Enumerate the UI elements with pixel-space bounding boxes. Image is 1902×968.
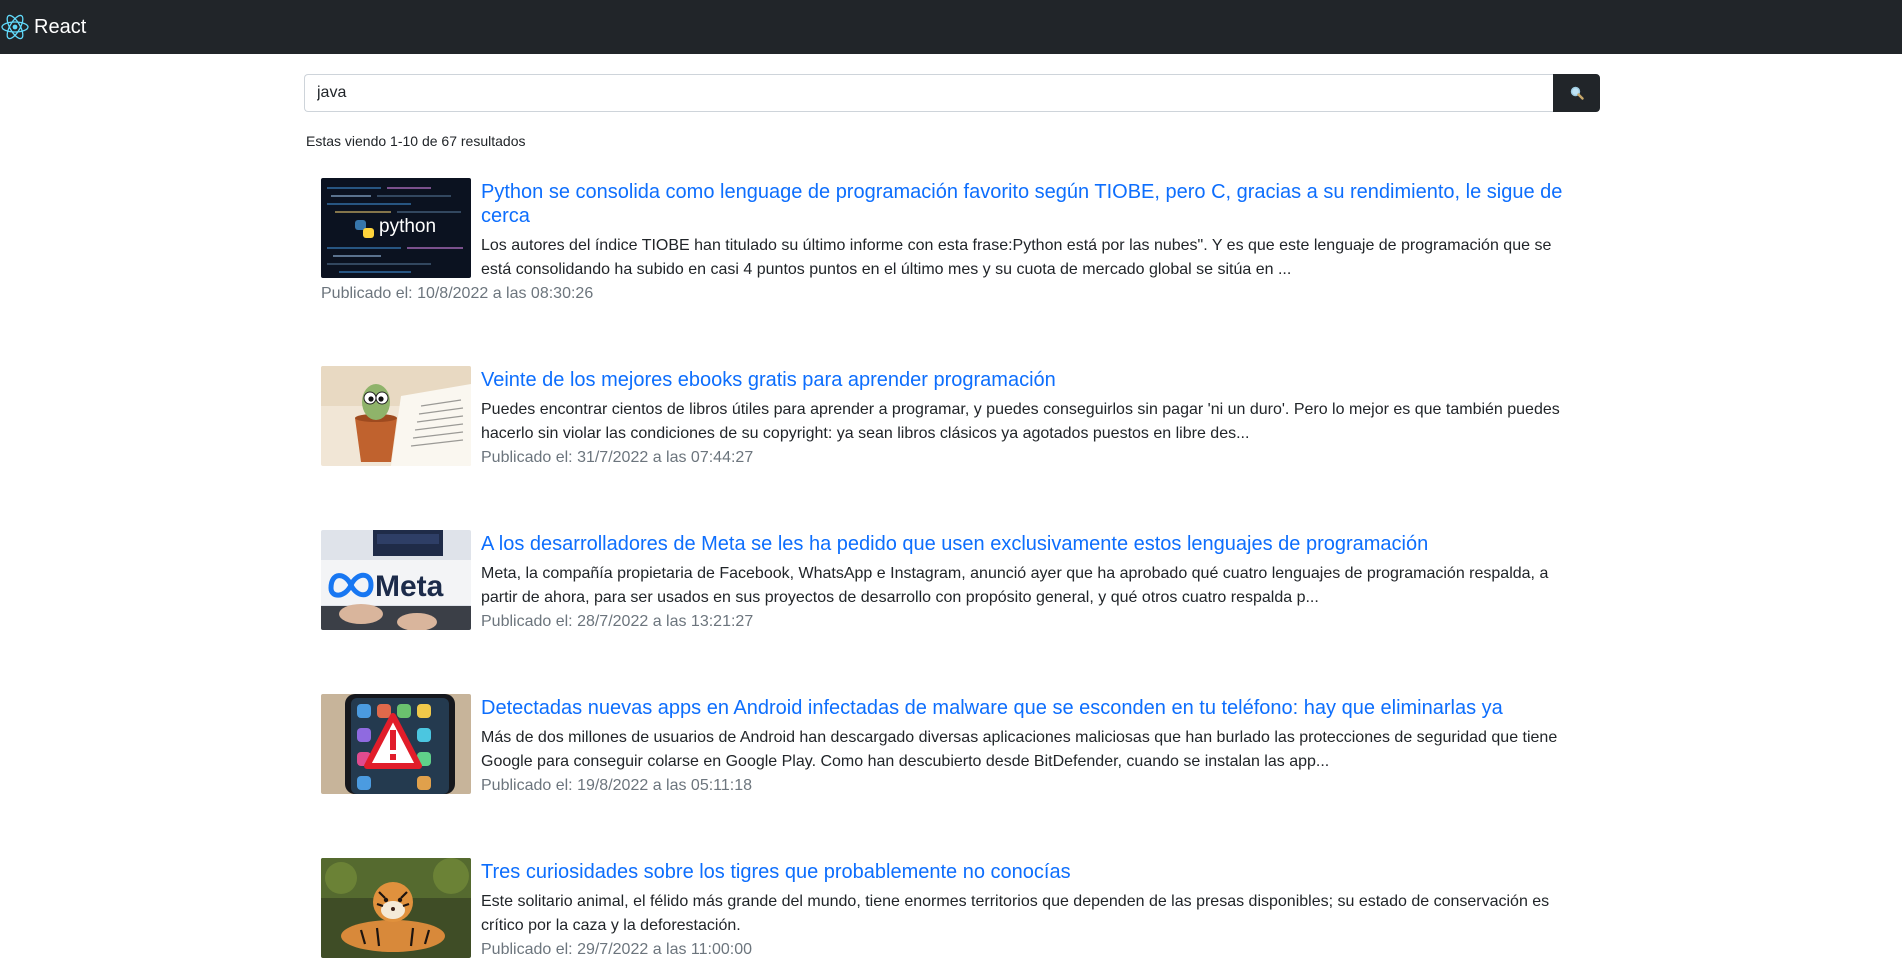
result-snippet: Más de dos millones de usuarios de Andro… (481, 729, 1558, 770)
result-item: Detectadas nuevas apps en Android infect… (321, 694, 1586, 804)
result-title[interactable]: Tres curiosidades sobre los tigres que p… (481, 860, 1586, 884)
result-title[interactable]: Python se consolida como lenguage de pro… (481, 180, 1586, 228)
android-malware-image (321, 694, 471, 794)
navbar: React (0, 0, 1902, 54)
result-date: Publicado el: 19/8/2022 a las 05:11:18 (481, 777, 753, 794)
thumbnail-caption: python (379, 216, 437, 237)
result-date: Publicado el: 29/7/2022 a las 11:00:00 (481, 941, 753, 958)
result-title[interactable]: A los desarrolladores de Meta se les ha … (481, 532, 1586, 556)
result-title[interactable]: Veinte de los mejores ebooks gratis para… (481, 368, 1586, 392)
result-thumbnail[interactable] (321, 366, 471, 466)
result-snippet: Puedes encontrar cientos de libros útile… (481, 401, 1560, 442)
result-thumbnail[interactable]: python (321, 178, 471, 278)
result-title[interactable]: Detectadas nuevas apps en Android infect… (481, 696, 1586, 720)
result-item: Veinte de los mejores ebooks gratis para… (321, 366, 1586, 476)
result-snippet: Los autores del índice TIOBE han titulad… (481, 237, 1552, 278)
search-input[interactable] (304, 74, 1553, 112)
result-item: Meta A los desarrolladores de Meta se le… (321, 530, 1586, 640)
result-thumbnail[interactable]: Meta (321, 530, 471, 630)
result-date: Publicado el: 28/7/2022 a las 13:21:27 (481, 613, 754, 630)
result-snippet: Meta, la compañía propietaria de Faceboo… (481, 565, 1549, 606)
search-bar (304, 74, 1600, 112)
result-date: Publicado el: 10/8/2022 a las 08:30:26 (321, 285, 594, 302)
results-count: Estas viendo 1-10 de 67 resultados (306, 133, 526, 149)
result-snippet: Este solitario animal, el félido más gra… (481, 893, 1550, 934)
result-item: Tres curiosidades sobre los tigres que p… (321, 858, 1586, 968)
brand-label: React (34, 15, 87, 38)
result-thumbnail[interactable] (321, 858, 471, 958)
navbar-brand[interactable]: React (0, 0, 86, 54)
result-thumbnail[interactable] (321, 694, 471, 794)
cactus-book-image (321, 366, 471, 466)
react-logo-icon (1, 14, 29, 40)
search-icon (1570, 86, 1584, 100)
thumbnail-caption: Meta (375, 570, 444, 603)
result-date: Publicado el: 31/7/2022 a las 07:44:27 (481, 449, 754, 466)
tiger-image (321, 858, 471, 958)
result-item: python Python se consolida como lenguage… (321, 178, 1586, 308)
search-button[interactable] (1553, 74, 1600, 112)
